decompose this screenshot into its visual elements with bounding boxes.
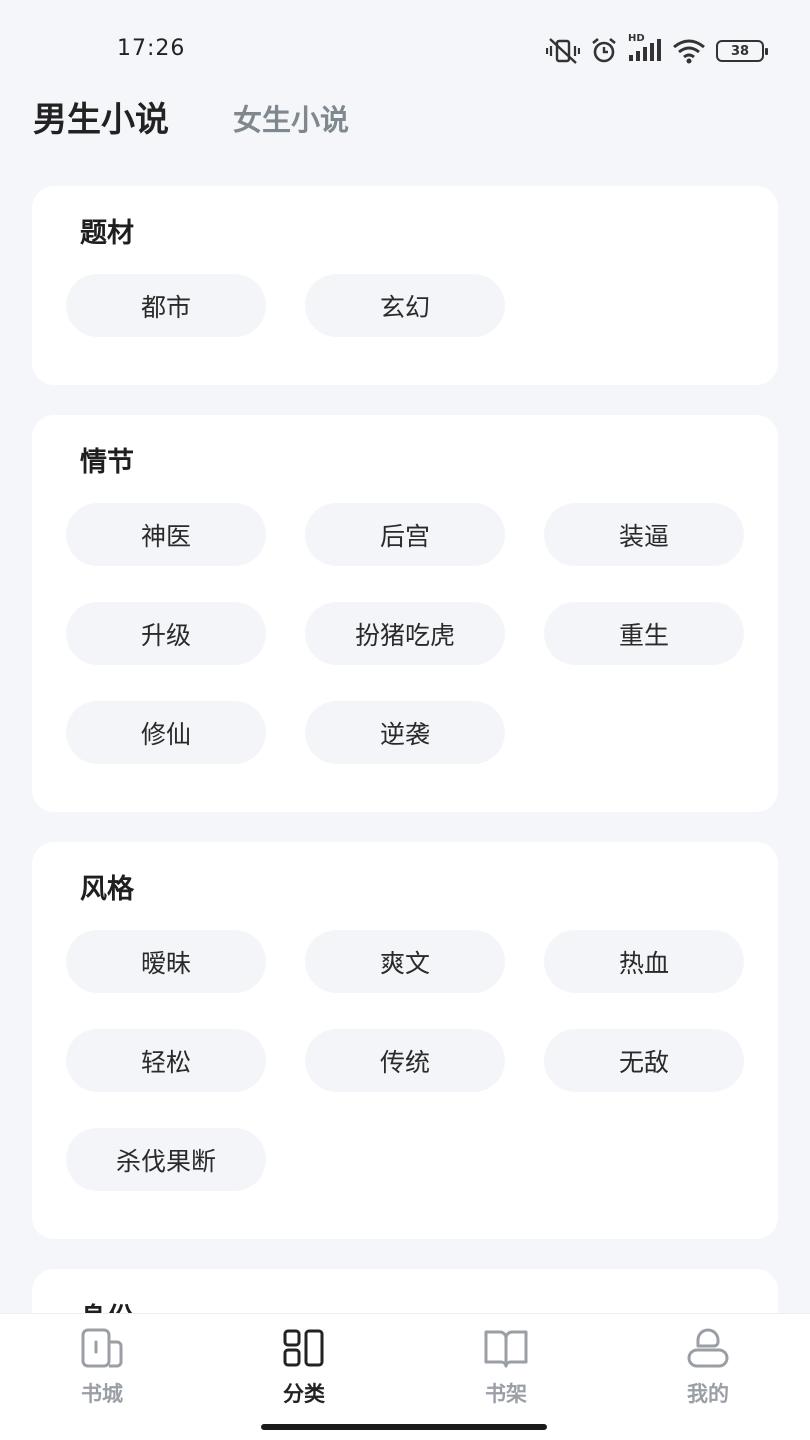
battery-level: 38 <box>730 43 750 59</box>
top-tabs: 男生小说 女生小说 <box>33 96 349 144</box>
status-bar: 17:26 HD 38 <box>0 0 810 100</box>
wifi-icon <box>672 37 706 65</box>
tab-female-novels[interactable]: 女生小说 <box>233 96 349 144</box>
profile-icon <box>686 1328 730 1372</box>
nav-label: 分类 <box>283 1382 325 1406</box>
tag-chip[interactable]: 杀伐果断 <box>66 1128 266 1191</box>
nav-bookshelf[interactable]: 书架 <box>446 1328 566 1408</box>
bookstore-icon <box>80 1328 124 1372</box>
category-content[interactable]: 题材 都市 玄幻 情节 神医 后宫 装逼 升级 扮猪吃虎 重生 修仙 逆袭 风格… <box>32 186 778 1314</box>
tag-chip[interactable]: 升级 <box>66 602 266 665</box>
tag-chip[interactable]: 轻松 <box>66 1029 266 1092</box>
nav-label: 书架 <box>485 1382 527 1406</box>
status-icons: HD 38 <box>546 33 768 66</box>
signal-icon: HD <box>628 33 662 65</box>
bottom-nav: 书城 分类 书架 我的 <box>0 1313 810 1440</box>
tag-chip[interactable]: 装逼 <box>544 503 744 566</box>
section-title: 风格 <box>80 874 134 905</box>
tag-chip[interactable]: 神医 <box>66 503 266 566</box>
section-title: 题材 <box>80 218 134 249</box>
tag-chip[interactable]: 扮猪吃虎 <box>305 602 505 665</box>
vibrate-off-icon <box>546 37 580 65</box>
category-icon <box>282 1328 326 1372</box>
tag-chip[interactable]: 爽文 <box>305 930 505 993</box>
tag-chip[interactable]: 修仙 <box>66 701 266 764</box>
tag-chip[interactable]: 玄幻 <box>305 274 505 337</box>
nav-profile[interactable]: 我的 <box>648 1328 768 1408</box>
nav-label: 书城 <box>81 1382 123 1406</box>
tag-chip[interactable]: 暧昧 <box>66 930 266 993</box>
tag-list: 神医 后宫 装逼 升级 扮猪吃虎 重生 修仙 逆袭 <box>66 503 744 764</box>
tag-chip[interactable]: 后宫 <box>305 503 505 566</box>
tag-chip[interactable]: 都市 <box>66 274 266 337</box>
tag-list: 都市 玄幻 <box>66 274 744 337</box>
nav-category[interactable]: 分类 <box>244 1328 364 1408</box>
nav-bookstore[interactable]: 书城 <box>42 1328 162 1408</box>
section-card-identity: 身份 <box>32 1269 778 1314</box>
bookshelf-icon <box>482 1328 530 1372</box>
section-title: 身份 <box>80 1299 744 1314</box>
section-title: 情节 <box>80 447 134 478</box>
home-indicator[interactable] <box>261 1424 547 1430</box>
section-card-plot: 情节 神医 后宫 装逼 升级 扮猪吃虎 重生 修仙 逆袭 <box>32 415 778 812</box>
hd-label: HD <box>628 33 645 44</box>
section-card-theme: 题材 都市 玄幻 <box>32 186 778 385</box>
tag-chip[interactable]: 热血 <box>544 930 744 993</box>
battery-icon: 38 <box>716 40 768 62</box>
status-time: 17:26 <box>117 36 186 61</box>
tag-list: 暧昧 爽文 热血 轻松 传统 无敌 杀伐果断 <box>66 930 744 1191</box>
nav-label: 我的 <box>687 1382 729 1406</box>
tag-chip[interactable]: 重生 <box>544 602 744 665</box>
tag-chip[interactable]: 无敌 <box>544 1029 744 1092</box>
tag-chip[interactable]: 传统 <box>305 1029 505 1092</box>
alarm-icon <box>590 37 618 65</box>
tab-male-novels[interactable]: 男生小说 <box>33 96 169 144</box>
section-card-style: 风格 暧昧 爽文 热血 轻松 传统 无敌 杀伐果断 <box>32 842 778 1239</box>
tag-chip[interactable]: 逆袭 <box>305 701 505 764</box>
